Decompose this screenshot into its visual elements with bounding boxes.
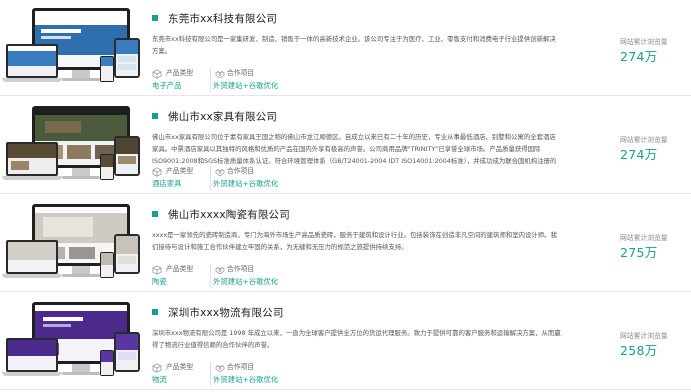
view-stat-value: 274万 (620, 147, 658, 162)
view-stat-label: 网站累计浏览量 (620, 234, 668, 242)
case-description: 东莞市xx科技有限公司是一家集研发、制造、销售于一体的高新技术企业。该公司专注于… (152, 35, 556, 55)
product-type: 产品类型 电子产品 (152, 68, 210, 92)
view-stat: 网站累计浏览量 258万 (620, 331, 690, 360)
monitor-base (62, 78, 100, 81)
laptop-base (2, 176, 62, 180)
product-type-value: 陶瓷 (152, 277, 167, 286)
cube-icon (152, 167, 162, 177)
view-stat-value: 275万 (620, 245, 658, 260)
project-label: 合作项目 (227, 265, 255, 273)
product-type-value: 酒店家具 (152, 179, 182, 188)
title-bullet (152, 309, 158, 315)
monitor-stand (72, 266, 90, 274)
laptop-mockup (6, 240, 58, 274)
cube-icon (152, 69, 162, 79)
project-label: 合作项目 (227, 69, 255, 77)
title-bullet (152, 15, 158, 21)
view-stat: 网站累计浏览量 275万 (620, 233, 690, 262)
handshake-icon (215, 267, 225, 274)
cooperation-project: 合作项目 外贸建站+谷歌优化 (210, 264, 300, 288)
cooperation-project: 合作项目 外贸建站+谷歌优化 (210, 362, 300, 386)
product-type: 产品类型 酒店家具 (152, 166, 210, 190)
laptop-base (2, 372, 62, 376)
case-thumbnail[interactable] (2, 302, 142, 384)
monitor-stand (72, 168, 90, 176)
case-title[interactable]: 佛山市xxxx陶瓷有限公司 (168, 207, 290, 222)
handshake-icon (215, 71, 225, 78)
case-description: 深圳市xxx物流有限公司是 1998 年成立以来，一直为全球客户提供全方位的货运… (152, 329, 561, 349)
tablet-mockup (114, 332, 140, 372)
project-value: 外贸建站+谷歌优化 (213, 277, 279, 286)
case-meta: 产品类型 物流 合作项目 外贸建站+谷歌优化 (152, 362, 300, 386)
case-thumbnail[interactable] (2, 204, 142, 286)
view-stat-label: 网站累计浏览量 (620, 38, 668, 46)
laptop-mockup (6, 142, 58, 176)
tablet-mockup (114, 136, 140, 176)
tablet-mockup (114, 234, 140, 274)
product-type-label: 产品类型 (166, 265, 194, 273)
cooperation-project: 合作项目 外贸建站+谷歌优化 (210, 68, 300, 92)
case-item[interactable]: 佛山市xxxx陶瓷有限公司 xxxx是一家领先的瓷砖制造商，专门为海外市场生产高… (0, 196, 691, 292)
case-title[interactable]: 佛山市xx家具有限公司 (168, 109, 277, 124)
title-bullet (152, 211, 158, 217)
monitor-base (62, 372, 100, 375)
case-meta: 产品类型 酒店家具 合作项目 外贸建站+谷歌优化 (152, 166, 300, 190)
project-label: 合作项目 (227, 363, 255, 371)
handshake-icon (215, 365, 225, 372)
view-stat: 网站累计浏览量 274万 (620, 37, 690, 66)
project-value: 外贸建站+谷歌优化 (213, 81, 279, 90)
cooperation-project: 合作项目 外贸建站+谷歌优化 (210, 166, 300, 190)
laptop-base (2, 78, 62, 82)
project-label: 合作项目 (227, 167, 255, 175)
cube-icon (152, 265, 162, 275)
phone-mockup (100, 252, 114, 278)
view-stat-label: 网站累计浏览量 (620, 332, 668, 340)
monitor-base (62, 274, 100, 277)
case-title-row: 东莞市xx科技有限公司 (152, 11, 277, 25)
monitor-base (62, 176, 100, 179)
product-type-label: 产品类型 (166, 167, 194, 175)
cube-icon (152, 363, 162, 373)
view-stat-label: 网站累计浏览量 (620, 136, 668, 144)
case-item[interactable]: 深圳市xxx物流有限公司 深圳市xxx物流有限公司是 1998 年成立以来，一直… (0, 294, 691, 390)
product-type: 产品类型 陶瓷 (152, 264, 210, 288)
product-type-label: 产品类型 (166, 69, 194, 77)
case-title-row: 佛山市xx家具有限公司 (152, 109, 277, 123)
monitor-stand (72, 70, 90, 78)
handshake-icon (215, 169, 225, 176)
phone-mockup (100, 350, 114, 376)
phone-mockup (100, 56, 114, 82)
product-type-value: 物流 (152, 375, 167, 384)
product-type-label: 产品类型 (166, 363, 194, 371)
case-thumbnail[interactable] (2, 106, 142, 188)
case-title-row: 佛山市xxxx陶瓷有限公司 (152, 207, 290, 221)
case-meta: 产品类型 电子产品 合作项目 外贸建站+谷歌优化 (152, 68, 300, 92)
title-bullet (152, 113, 158, 119)
project-value: 外贸建站+谷歌优化 (213, 375, 279, 384)
case-item[interactable]: 佛山市xx家具有限公司 佛山市xx家具有限公司位于素有家具王国之称的佛山市龙江顺… (0, 98, 691, 194)
case-title-row: 深圳市xxx物流有限公司 (152, 305, 284, 319)
product-type: 产品类型 物流 (152, 362, 210, 386)
case-title[interactable]: 东莞市xx科技有限公司 (168, 11, 277, 26)
case-item[interactable]: 东莞市xx科技有限公司 东莞市xx科技有限公司是一家集研发、制造、销售于一体的高… (0, 0, 691, 96)
case-title[interactable]: 深圳市xxx物流有限公司 (168, 305, 284, 320)
phone-mockup (100, 154, 114, 180)
tablet-mockup (114, 38, 140, 78)
laptop-mockup (6, 338, 58, 372)
monitor-stand (72, 364, 90, 372)
case-description: xxxx是一家领先的瓷砖制造商，专门为海外市场生产高品质瓷砖，服务于建筑和设计行… (152, 231, 557, 251)
laptop-base (2, 274, 62, 278)
view-stat-value: 274万 (620, 49, 658, 64)
view-stat-value: 258万 (620, 343, 658, 358)
case-description: 佛山市xx家具有限公司位于素有家具王国之称的佛山市龙江顺德区。自成立以来已有二十… (152, 133, 557, 165)
case-thumbnail[interactable] (2, 8, 142, 90)
project-value: 外贸建站+谷歌优化 (213, 179, 279, 188)
view-stat: 网站累计浏览量 274万 (620, 135, 690, 164)
product-type-value: 电子产品 (152, 81, 182, 90)
case-meta: 产品类型 陶瓷 合作项目 外贸建站+谷歌优化 (152, 264, 300, 288)
laptop-mockup (6, 44, 58, 78)
case-list: 东莞市xx科技有限公司 东莞市xx科技有限公司是一家集研发、制造、销售于一体的高… (0, 0, 691, 392)
